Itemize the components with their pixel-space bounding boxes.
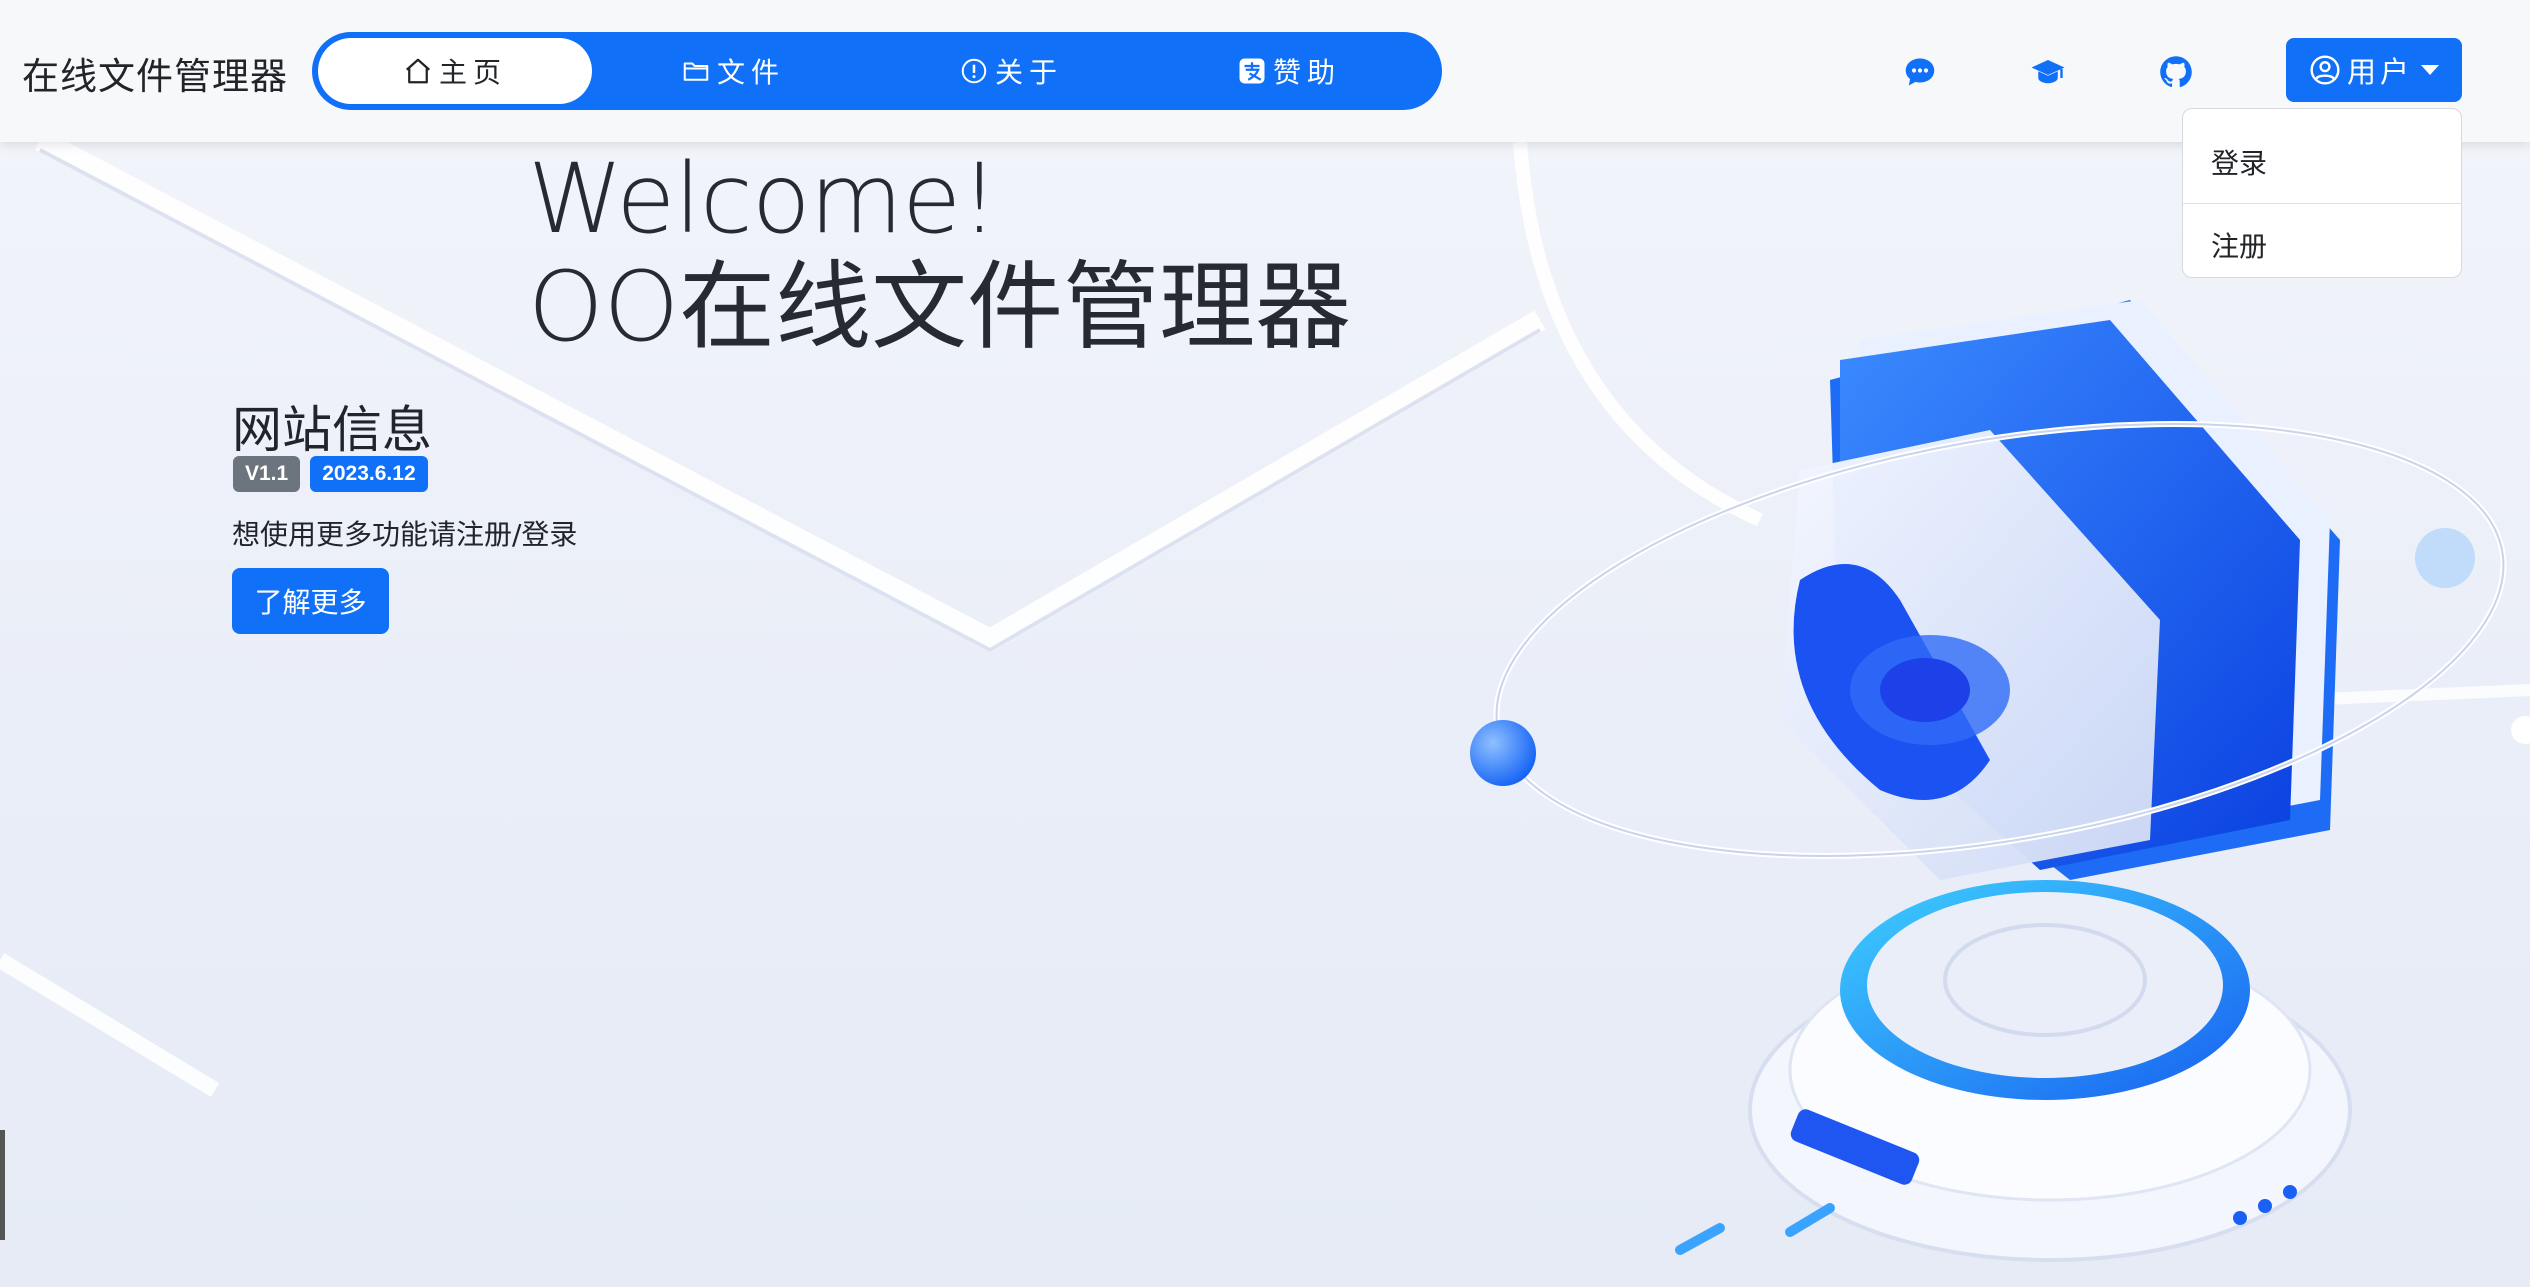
tab-about-label: 关于 (994, 56, 1063, 89)
user-circle-icon (2310, 55, 2340, 85)
welcome-heading: Welcome! OO在线文件管理器 (528, 145, 1351, 361)
menu-item-login[interactable]: 登录 (2183, 129, 2461, 195)
version-badge: V1.1 (233, 456, 301, 492)
user-dropdown-menu: 登录 注册 (2182, 108, 2462, 278)
tab-about[interactable]: 关于 (874, 38, 1148, 104)
chat-icon[interactable] (1902, 54, 1938, 90)
tab-home[interactable]: 主页 (318, 38, 592, 104)
user-button-label: 用户 (2346, 55, 2413, 89)
github-icon[interactable] (2158, 54, 2194, 90)
user-dropdown-button[interactable]: 用户 (2286, 38, 2462, 102)
tab-home-label: 主页 (438, 56, 507, 89)
folder-icon (683, 62, 709, 81)
brand-title[interactable]: 在线文件管理器 (22, 46, 288, 100)
info-icon (961, 58, 987, 84)
dropdown-divider (2183, 203, 2461, 204)
welcome-line-2: OO在线文件管理器 (528, 251, 1352, 363)
site-info-title: 网站信息 (232, 401, 432, 459)
home-icon (405, 58, 430, 84)
menu-item-register[interactable]: 注册 (2183, 212, 2461, 278)
scrollbar-edge (0, 1130, 5, 1240)
graduation-cap-icon[interactable] (2030, 54, 2066, 90)
main-nav-tabs: 主页 文件 关于 赞助 (312, 32, 1442, 110)
learn-more-button[interactable]: 了解更多 (232, 568, 389, 634)
chevron-down-icon (2421, 65, 2439, 75)
tab-files[interactable]: 文件 (596, 38, 870, 104)
register-hint: 想使用更多功能请注册/登录 (232, 518, 578, 551)
alipay-icon (1239, 58, 1265, 84)
date-badge: 2023.6.12 (310, 456, 428, 492)
tab-files-label: 文件 (716, 56, 785, 89)
tab-sponsor[interactable]: 赞助 (1152, 38, 1426, 104)
top-navbar: 在线文件管理器 主页 文件 关于 赞助 用户 (0, 0, 2530, 142)
tab-sponsor-label: 赞助 (1272, 56, 1341, 89)
version-badges: V1.1 2023.6.12 (233, 456, 428, 492)
welcome-line-1: Welcome! (528, 143, 999, 255)
